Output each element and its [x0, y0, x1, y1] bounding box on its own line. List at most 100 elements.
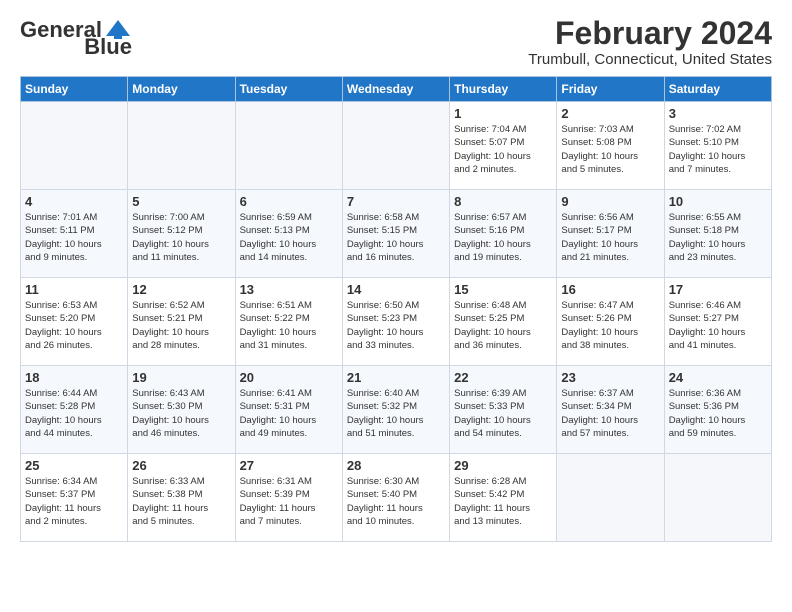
title-block: February 2024 Trumbull, Connecticut, Uni… [528, 16, 772, 68]
day-number: 15 [454, 282, 552, 297]
day-info: Sunrise: 6:55 AM Sunset: 5:18 PM Dayligh… [669, 211, 767, 264]
day-info: Sunrise: 7:00 AM Sunset: 5:12 PM Dayligh… [132, 211, 230, 264]
calendar-cell: 6Sunrise: 6:59 AM Sunset: 5:13 PM Daylig… [235, 190, 342, 278]
col-tuesday: Tuesday [235, 77, 342, 102]
page: General Blue February 2024 Trumbull, Con… [0, 0, 792, 552]
calendar-cell: 20 Sunrise: 6:41 AM Sunset: 5:31 PM Dayli… [235, 366, 342, 454]
calendar-cell: 19 Sunrise: 6:43 AM Sunset: 5:30 PM Dayli… [128, 366, 235, 454]
day-info: Sunrise: 6:52 AM Sunset: 5:21 PM Dayligh… [132, 299, 230, 352]
calendar-cell [21, 102, 128, 190]
day-info: Sunrise: 7:03 AM Sunset: 5:08 PM Dayligh… [561, 123, 659, 176]
calendar-cell: 23 Sunrise: 6:37 AM Sunset: 5:34 PM Dayli… [557, 366, 664, 454]
day-number: 27 [240, 458, 338, 473]
day-number: 4 [25, 194, 123, 209]
day-number: 16 [561, 282, 659, 297]
day-info: Sunrise: 6:36 AM Sunset: 5:36 PM Dayligh… [669, 387, 767, 440]
day-info: Sunrise: 6:40 AM Sunset: 5:32 PM Dayligh… [347, 387, 445, 440]
day-number: 23 [561, 370, 659, 385]
logo-blue: Blue [84, 36, 132, 58]
calendar-cell: 9 Sunrise: 6:56 AM Sunset: 5:17 PM Daylig… [557, 190, 664, 278]
day-number: 12 [132, 282, 230, 297]
calendar-cell: 4 Sunrise: 7:01 AM Sunset: 5:11 PM Daylig… [21, 190, 128, 278]
day-number: 28 [347, 458, 445, 473]
calendar-cell [557, 454, 664, 542]
day-info: Sunrise: 7:01 AM Sunset: 5:11 PM Dayligh… [25, 211, 123, 264]
calendar-cell: 13 Sunrise: 6:51 AM Sunset: 5:22 PM Dayli… [235, 278, 342, 366]
day-info: Sunrise: 6:59 AM Sunset: 5:13 PM Dayligh… [240, 211, 338, 264]
day-info: Sunrise: 6:30 AM Sunset: 5:40 PM Dayligh… [347, 475, 445, 528]
day-number: 3 [669, 106, 767, 121]
col-saturday: Saturday [664, 77, 771, 102]
day-info: Sunrise: 6:37 AM Sunset: 5:34 PM Dayligh… [561, 387, 659, 440]
day-info: Sunrise: 6:53 AM Sunset: 5:20 PM Dayligh… [25, 299, 123, 352]
day-number: 9 [561, 194, 659, 209]
day-number: 18 [25, 370, 123, 385]
day-number: 8 [454, 194, 552, 209]
calendar-row: 11 Sunrise: 6:53 AM Sunset: 5:20 PM Dayli… [21, 278, 772, 366]
calendar-cell [342, 102, 449, 190]
day-number: 26 [132, 458, 230, 473]
day-number: 13 [240, 282, 338, 297]
day-info: Sunrise: 6:41 AM Sunset: 5:31 PM Dayligh… [240, 387, 338, 440]
day-info: Sunrise: 7:04 AM Sunset: 5:07 PM Dayligh… [454, 123, 552, 176]
day-info: Sunrise: 6:51 AM Sunset: 5:22 PM Dayligh… [240, 299, 338, 352]
day-info: Sunrise: 6:57 AM Sunset: 5:16 PM Dayligh… [454, 211, 552, 264]
calendar-title: February 2024 [528, 16, 772, 51]
day-info: Sunrise: 6:33 AM Sunset: 5:38 PM Dayligh… [132, 475, 230, 528]
col-thursday: Thursday [450, 77, 557, 102]
col-wednesday: Wednesday [342, 77, 449, 102]
calendar-cell [664, 454, 771, 542]
header-row: Sunday Monday Tuesday Wednesday Thursday… [21, 77, 772, 102]
calendar-cell: 28 Sunrise: 6:30 AM Sunset: 5:40 PM Dayli… [342, 454, 449, 542]
calendar-row: 18 Sunrise: 6:44 AM Sunset: 5:28 PM Dayli… [21, 366, 772, 454]
calendar-cell: 10 Sunrise: 6:55 AM Sunset: 5:18 PM Dayli… [664, 190, 771, 278]
day-info: Sunrise: 6:58 AM Sunset: 5:15 PM Dayligh… [347, 211, 445, 264]
calendar-table: Sunday Monday Tuesday Wednesday Thursday… [20, 76, 772, 542]
calendar-cell [128, 102, 235, 190]
calendar-cell: 11 Sunrise: 6:53 AM Sunset: 5:20 PM Dayli… [21, 278, 128, 366]
calendar-cell: 16 Sunrise: 6:47 AM Sunset: 5:26 PM Dayli… [557, 278, 664, 366]
calendar-row: 4 Sunrise: 7:01 AM Sunset: 5:11 PM Daylig… [21, 190, 772, 278]
calendar-cell: 18 Sunrise: 6:44 AM Sunset: 5:28 PM Dayli… [21, 366, 128, 454]
logo: General Blue [20, 16, 132, 58]
day-number: 5 [132, 194, 230, 209]
day-info: Sunrise: 6:44 AM Sunset: 5:28 PM Dayligh… [25, 387, 123, 440]
header: General Blue February 2024 Trumbull, Con… [20, 16, 772, 68]
day-number: 19 [132, 370, 230, 385]
calendar-cell: 7 Sunrise: 6:58 AM Sunset: 5:15 PM Daylig… [342, 190, 449, 278]
calendar-cell [235, 102, 342, 190]
day-info: Sunrise: 6:56 AM Sunset: 5:17 PM Dayligh… [561, 211, 659, 264]
col-monday: Monday [128, 77, 235, 102]
day-info: Sunrise: 6:43 AM Sunset: 5:30 PM Dayligh… [132, 387, 230, 440]
day-number: 7 [347, 194, 445, 209]
day-number: 24 [669, 370, 767, 385]
day-info: Sunrise: 6:47 AM Sunset: 5:26 PM Dayligh… [561, 299, 659, 352]
calendar-cell: 14Sunrise: 6:50 AM Sunset: 5:23 PM Dayli… [342, 278, 449, 366]
day-number: 22 [454, 370, 552, 385]
calendar-cell: 3Sunrise: 7:02 AM Sunset: 5:10 PM Daylig… [664, 102, 771, 190]
day-number: 11 [25, 282, 123, 297]
day-number: 20 [240, 370, 338, 385]
calendar-cell: 17Sunrise: 6:46 AM Sunset: 5:27 PM Dayli… [664, 278, 771, 366]
calendar-cell: 2 Sunrise: 7:03 AM Sunset: 5:08 PM Daylig… [557, 102, 664, 190]
calendar-cell: 27 Sunrise: 6:31 AM Sunset: 5:39 PM Dayli… [235, 454, 342, 542]
calendar-cell: 24 Sunrise: 6:36 AM Sunset: 5:36 PM Dayli… [664, 366, 771, 454]
calendar-cell: 22Sunrise: 6:39 AM Sunset: 5:33 PM Dayli… [450, 366, 557, 454]
day-info: Sunrise: 6:31 AM Sunset: 5:39 PM Dayligh… [240, 475, 338, 528]
day-number: 17 [669, 282, 767, 297]
day-number: 21 [347, 370, 445, 385]
calendar-cell: 26 Sunrise: 6:33 AM Sunset: 5:38 PM Dayli… [128, 454, 235, 542]
day-info: Sunrise: 6:50 AM Sunset: 5:23 PM Dayligh… [347, 299, 445, 352]
day-info: Sunrise: 6:28 AM Sunset: 5:42 PM Dayligh… [454, 475, 552, 528]
day-number: 10 [669, 194, 767, 209]
calendar-cell: 15Sunrise: 6:48 AM Sunset: 5:25 PM Dayli… [450, 278, 557, 366]
calendar-cell: 29 Sunrise: 6:28 AM Sunset: 5:42 PM Dayli… [450, 454, 557, 542]
calendar-cell: 21 Sunrise: 6:40 AM Sunset: 5:32 PM Dayli… [342, 366, 449, 454]
day-number: 25 [25, 458, 123, 473]
calendar-cell: 25Sunrise: 6:34 AM Sunset: 5:37 PM Dayli… [21, 454, 128, 542]
col-friday: Friday [557, 77, 664, 102]
calendar-row: 1Sunrise: 7:04 AM Sunset: 5:07 PM Daylig… [21, 102, 772, 190]
day-number: 2 [561, 106, 659, 121]
calendar-cell: 8 Sunrise: 6:57 AM Sunset: 5:16 PM Daylig… [450, 190, 557, 278]
day-number: 29 [454, 458, 552, 473]
